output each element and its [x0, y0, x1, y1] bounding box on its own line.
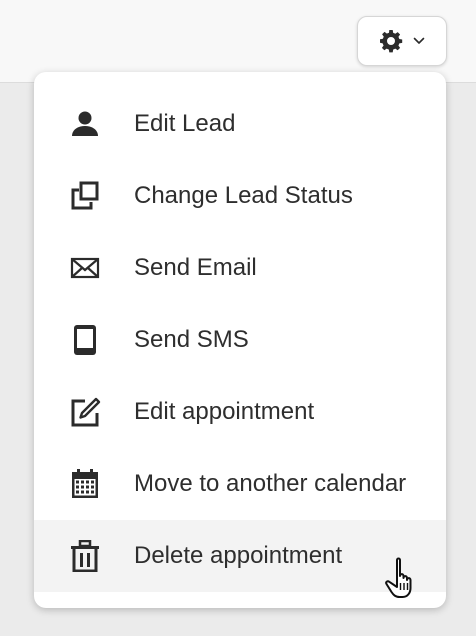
menu-item-move-to-another-calendar[interactable]: Move to another calendar	[34, 448, 446, 520]
menu-item-label: Edit appointment	[134, 398, 315, 425]
menu-item-send-sms[interactable]: Send SMS	[34, 304, 446, 376]
calendar-icon	[69, 468, 101, 500]
menu-item-label: Edit Lead	[134, 110, 236, 137]
top-bar	[0, 0, 476, 83]
menu-item-send-email[interactable]: Send Email	[34, 232, 446, 304]
menu-item-label: Move to another calendar	[134, 470, 407, 497]
trash-icon	[69, 540, 101, 572]
envelope-icon	[69, 252, 101, 284]
menu-item-change-lead-status[interactable]: Change Lead Status	[34, 160, 446, 232]
chevron-down-icon	[413, 37, 425, 45]
edit-icon	[69, 396, 101, 428]
menu-item-label: Change Lead Status	[134, 182, 353, 209]
person-icon	[69, 108, 101, 140]
phone-icon	[69, 324, 101, 356]
settings-button[interactable]	[357, 16, 447, 66]
gear-icon	[379, 29, 403, 53]
actions-dropdown-menu: Edit Lead Change Lead Status Send Email	[34, 72, 446, 608]
menu-item-label: Send SMS	[134, 326, 249, 353]
menu-item-edit-lead[interactable]: Edit Lead	[34, 88, 446, 160]
menu-list: Edit Lead Change Lead Status Send Email	[34, 88, 446, 592]
menu-item-delete-appointment[interactable]: Delete appointment	[34, 520, 446, 592]
change-status-icon	[69, 180, 101, 212]
menu-item-label: Send Email	[134, 254, 257, 281]
menu-item-label: Delete appointment	[134, 542, 343, 569]
menu-item-edit-appointment[interactable]: Edit appointment	[34, 376, 446, 448]
